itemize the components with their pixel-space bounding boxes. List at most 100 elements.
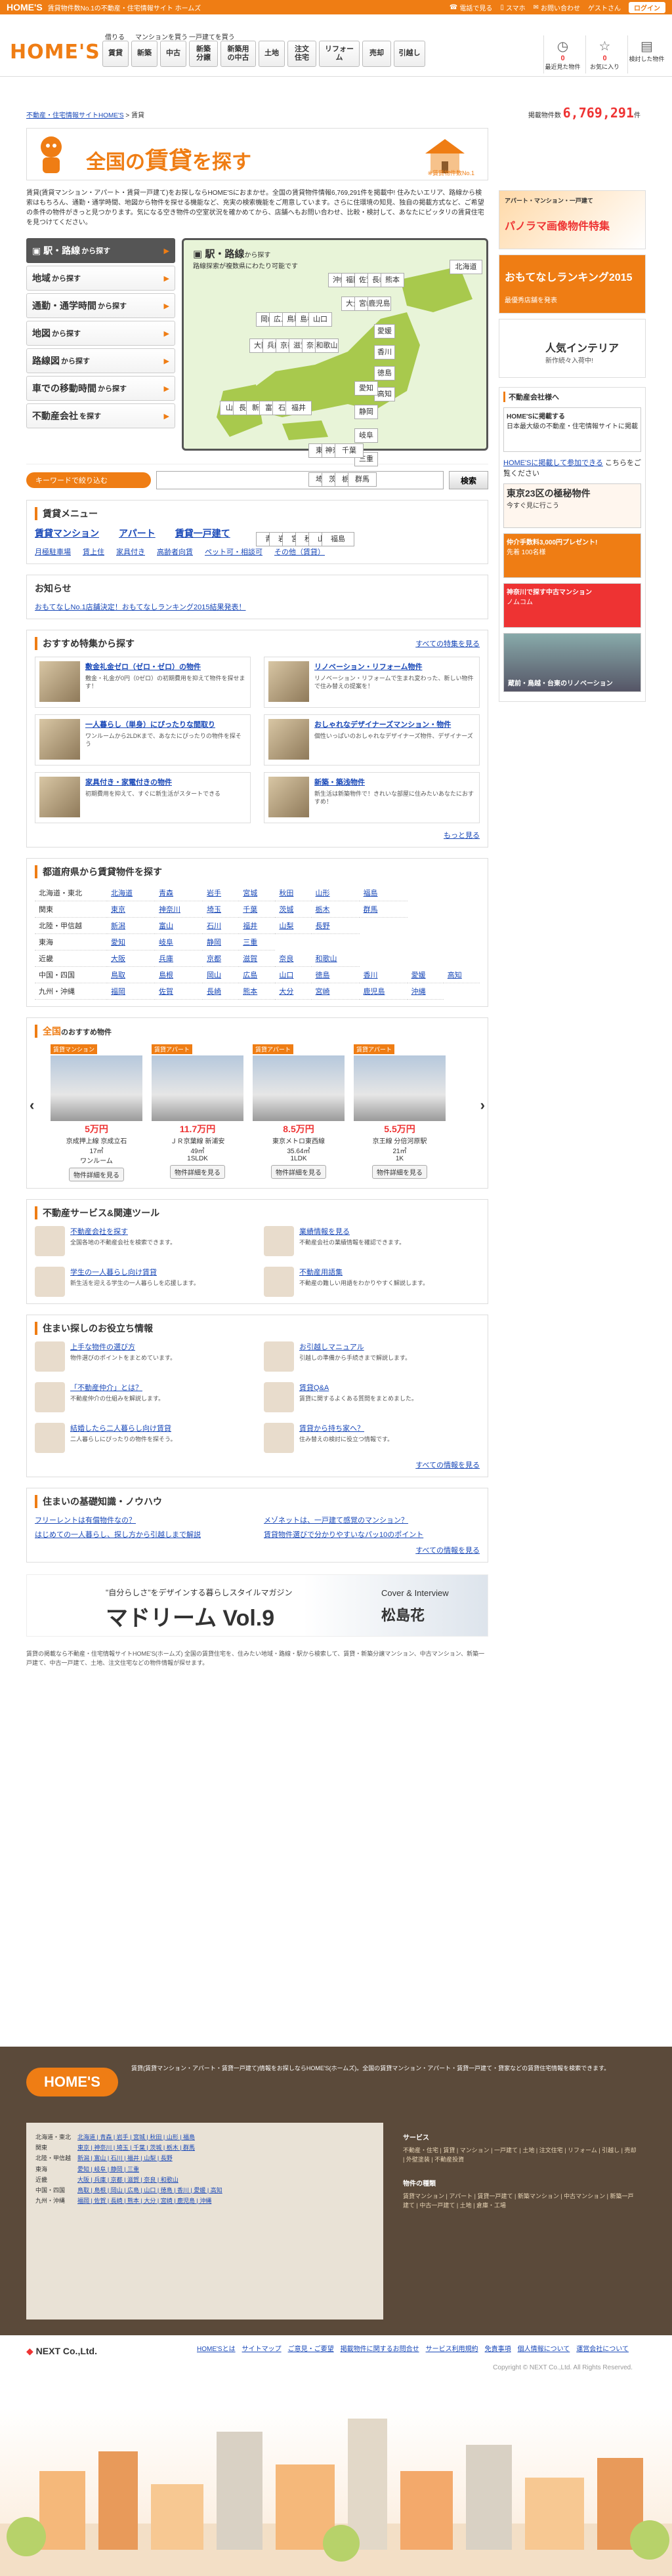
pref-link[interactable]: 岡山 xyxy=(207,971,221,979)
search-by-car[interactable]: 車での移動時間 から探す ▶ xyxy=(26,376,175,401)
feature-title-link[interactable]: 敷金礼金ゼロ（ゼロ・ゼロ）の物件 xyxy=(85,663,201,671)
footer-region-links[interactable]: 東京 | 神奈川 | 埼玉 | 千葉 | 茨城 | 栃木 | 群馬 xyxy=(77,2142,195,2153)
service-item[interactable]: 不動産会社を探す 全国各地の不動産会社を検索できます。 xyxy=(35,1226,251,1256)
pref-link[interactable]: 山形 xyxy=(316,889,330,897)
nav-new-sale[interactable]: 新築分譲 xyxy=(189,41,218,67)
pref-button[interactable]: 愛媛 xyxy=(374,324,395,338)
service-item[interactable]: 賃貸Q&A 賃貸に関するよくある質問をまとめました。 xyxy=(264,1382,480,1412)
basics-link[interactable]: メゾネットは、一戸建て感覚のマンション？ xyxy=(264,1515,480,1525)
pref-link[interactable]: 滋賀 xyxy=(243,955,257,963)
service-item[interactable]: 不動産用語集 不動産の難しい用語をわかりやすく解説します。 xyxy=(264,1267,480,1297)
pref-link[interactable]: 秋田 xyxy=(279,889,293,897)
feature-card[interactable]: 新築・築浅物件 新生活は新築物件で！きれいな部屋に住みたいあなたにおすすめ！ xyxy=(264,772,480,823)
pet-link[interactable]: ペット可・相談可 xyxy=(205,546,262,557)
service-item[interactable]: お引越しマニュアル 引越しの準備から手続きまで解説します。 xyxy=(264,1341,480,1372)
property-photo[interactable] xyxy=(152,1055,243,1121)
footer-service-links[interactable]: 不動産・住宅 | 賃貸 | マンション | 一戸建て | 土地 | 注文住宅 |… xyxy=(403,2146,637,2165)
keyword-search-button[interactable]: 検索 xyxy=(449,471,488,489)
pref-link[interactable]: 青森 xyxy=(159,889,173,897)
pref-link[interactable]: 兵庫 xyxy=(159,955,173,963)
service-title-link[interactable]: 業績情報を見る xyxy=(299,1228,350,1236)
search-by-area[interactable]: 地域 から探す ▶ xyxy=(26,266,175,291)
nav-custom-house[interactable]: 注文住宅 xyxy=(287,41,316,67)
pref-link[interactable]: 茨城 xyxy=(279,906,293,914)
nav-new-used[interactable]: 新築用の中古 xyxy=(220,41,256,67)
favorites-button[interactable]: ☆ 0 お気に入り xyxy=(585,35,623,73)
property-photo[interactable] xyxy=(354,1055,446,1121)
pref-link[interactable]: 長崎 xyxy=(207,988,221,996)
features-more-link[interactable]: もっと見る xyxy=(444,832,480,840)
nav-rent[interactable]: 賃貸 xyxy=(102,41,129,67)
feature-title-link[interactable]: おしゃれなデザイナーズマンション・物件 xyxy=(314,721,451,729)
pref-link[interactable]: 京都 xyxy=(207,955,221,963)
pref-link[interactable]: 和歌山 xyxy=(316,955,337,963)
feature-title-link[interactable]: 新築・築浅物件 xyxy=(314,779,365,787)
pref-link[interactable]: 熊本 xyxy=(243,988,257,996)
feature-card[interactable]: リノベーション・リフォーム物件 リノベーション・リフォームで生まれ変わった、新しい… xyxy=(264,657,480,708)
company-join-link[interactable]: HOME'Sに掲載して参加できる xyxy=(503,459,603,467)
service-title-link[interactable]: 不動産会社を探す xyxy=(70,1228,128,1236)
pref-link[interactable]: 千葉 xyxy=(243,906,257,914)
pref-button[interactable]: 香川 xyxy=(374,345,395,359)
service-item[interactable]: 結婚したら二人暮らし向け賃貸 二人暮らしにぴったりの物件を探そう。 xyxy=(35,1423,251,1453)
parking-link[interactable]: 月極駐車場 xyxy=(35,546,71,557)
phone-link[interactable]: ☎ 電話で見る xyxy=(450,3,492,12)
considered-button[interactable]: ▤ 検討した物件 xyxy=(627,35,665,73)
property-card[interactable]: 賃貸アパート 5.5万円 京王線 分倍河原駅 21㎡ 1K 物件詳細を見る xyxy=(354,1044,446,1181)
pref-hokkaido[interactable]: 北海道 xyxy=(450,260,482,274)
pref-link[interactable]: 新潟 xyxy=(111,922,125,930)
feature-title-link[interactable]: 家具付き・家電付きの物件 xyxy=(85,779,172,787)
interior-banner[interactable]: 人気インテリア 新作続々入荷中! xyxy=(499,319,646,378)
pref-link[interactable]: 岩手 xyxy=(207,889,221,897)
footer-logo[interactable]: HOME'S xyxy=(26,2068,118,2096)
inquiry-link[interactable]: ✉ お問い合わせ xyxy=(534,3,580,12)
service-title-link[interactable]: 結婚したら二人暮らし向け賃貸 xyxy=(70,1425,171,1433)
service-item[interactable]: 業績情報を見る 不動産会社の業績情報を確認できます。 xyxy=(264,1226,480,1256)
service-title-link[interactable]: 「不動産仲介」とは？ xyxy=(70,1384,142,1392)
basics-link[interactable]: 賃貸物件選びで分かりやすいなパッ10のポイント xyxy=(264,1529,480,1540)
footer-nav-link[interactable]: ご意見・ご要望 xyxy=(288,2343,334,2353)
breadcrumb-home[interactable]: 不動産・住宅情報サイトHOME'S xyxy=(26,112,124,119)
search-by-map[interactable]: 地図 から探す ▶ xyxy=(26,321,175,346)
pref-button[interactable]: 静岡 xyxy=(354,405,378,419)
pref-link[interactable]: 石川 xyxy=(207,922,221,930)
magazine-banner[interactable]: "自分らしさ"をデザインする暮らしスタイルマガジン マドリーム Vol.9 Co… xyxy=(26,1574,488,1637)
footer-region-links[interactable]: 北海道 | 青森 | 岩手 | 宮城 | 秋田 | 山形 | 福島 xyxy=(77,2132,195,2142)
search-by-company[interactable]: 不動産会社 を探す ▶ xyxy=(26,403,175,428)
tokyo-banner[interactable]: 東京23区の極秘物件 今すぐ見に行こう xyxy=(503,483,641,528)
renovation-banner[interactable]: 蔵前・鳥越・台東のリノベーション xyxy=(503,633,641,692)
property-detail-button[interactable]: 物件詳細を見る xyxy=(271,1165,326,1179)
service-title-link[interactable]: 上手な物件の選び方 xyxy=(70,1343,135,1351)
feature-card[interactable]: 敷金礼金ゼロ（ゼロ・ゼロ）の物件 敷金・礼金が0円（0ゼロ）の初期費用を抑えて物件… xyxy=(35,657,251,708)
pref-link[interactable]: 愛媛 xyxy=(411,971,426,979)
footer-nav-link[interactable]: サービス利用規約 xyxy=(426,2343,478,2353)
pref-link[interactable]: 北海道 xyxy=(111,889,133,897)
feature-title-link[interactable]: 一人暮らし（単身）にぴったりな間取り xyxy=(85,721,215,729)
pref-link[interactable]: 埼玉 xyxy=(207,906,221,914)
nav-land[interactable]: 土地 xyxy=(259,41,285,67)
rent-house-link[interactable]: 賃貸一戸建て xyxy=(175,527,230,540)
pref-link[interactable]: 三重 xyxy=(243,939,257,947)
pref-link[interactable]: 宮崎 xyxy=(316,988,330,996)
pref-button[interactable]: 岐阜 xyxy=(354,428,378,443)
pref-link[interactable]: 徳島 xyxy=(316,971,330,979)
search-by-route-map[interactable]: 路線図 から探す ▶ xyxy=(26,348,175,373)
feature-title-link[interactable]: リノベーション・リフォーム物件 xyxy=(314,663,422,671)
footer-region-links[interactable]: 福岡 | 佐賀 | 長崎 | 熊本 | 大分 | 宮崎 | 鹿児島 | 沖縄 xyxy=(77,2196,211,2206)
footer-region-links[interactable]: 新潟 | 富山 | 石川 | 福井 | 山梨 | 長野 xyxy=(77,2153,173,2163)
kanagawa-banner[interactable]: 神奈川で探す中古マンション ノムコム xyxy=(503,583,641,628)
pref-link[interactable]: 栃木 xyxy=(316,906,330,914)
property-card[interactable]: 賃貸マンション 5万円 京成押上線 京成立石 17㎡ ワンルーム 物件詳細を見る xyxy=(51,1044,142,1181)
pref-link[interactable]: 長野 xyxy=(316,922,330,930)
service-item[interactable]: 賃貸から持ち家へ？ 住み替えの検討に役立つ情報です。 xyxy=(264,1423,480,1453)
service-item[interactable]: 上手な物件の選び方 物件選びのポイントをまとめています。 xyxy=(35,1341,251,1372)
footer-region-links[interactable]: 鳥取 | 島根 | 岡山 | 広島 | 山口 | 徳島 | 香川 | 愛媛 | … xyxy=(77,2185,222,2196)
pref-link[interactable]: 神奈川 xyxy=(159,906,180,914)
pref-link[interactable]: 大分 xyxy=(279,988,293,996)
pref-link[interactable]: 広島 xyxy=(243,971,257,979)
nav-used[interactable]: 中古 xyxy=(160,41,186,67)
feature-card[interactable]: おしゃれなデザイナーズマンション・物件 個性いっぱいのおしゃれなデザイナーズ物件、… xyxy=(264,714,480,766)
service-item[interactable]: 学生の一人暮らし向け賃貸 新生活を迎える学生の一人暮らしを応援します。 xyxy=(35,1267,251,1297)
pref-button[interactable]: 鹿児島 xyxy=(368,296,391,311)
feature-card[interactable]: 一人暮らし（単身）にぴったりな間取り ワンルームから2LDKまで、あなたにぴったり… xyxy=(35,714,251,766)
